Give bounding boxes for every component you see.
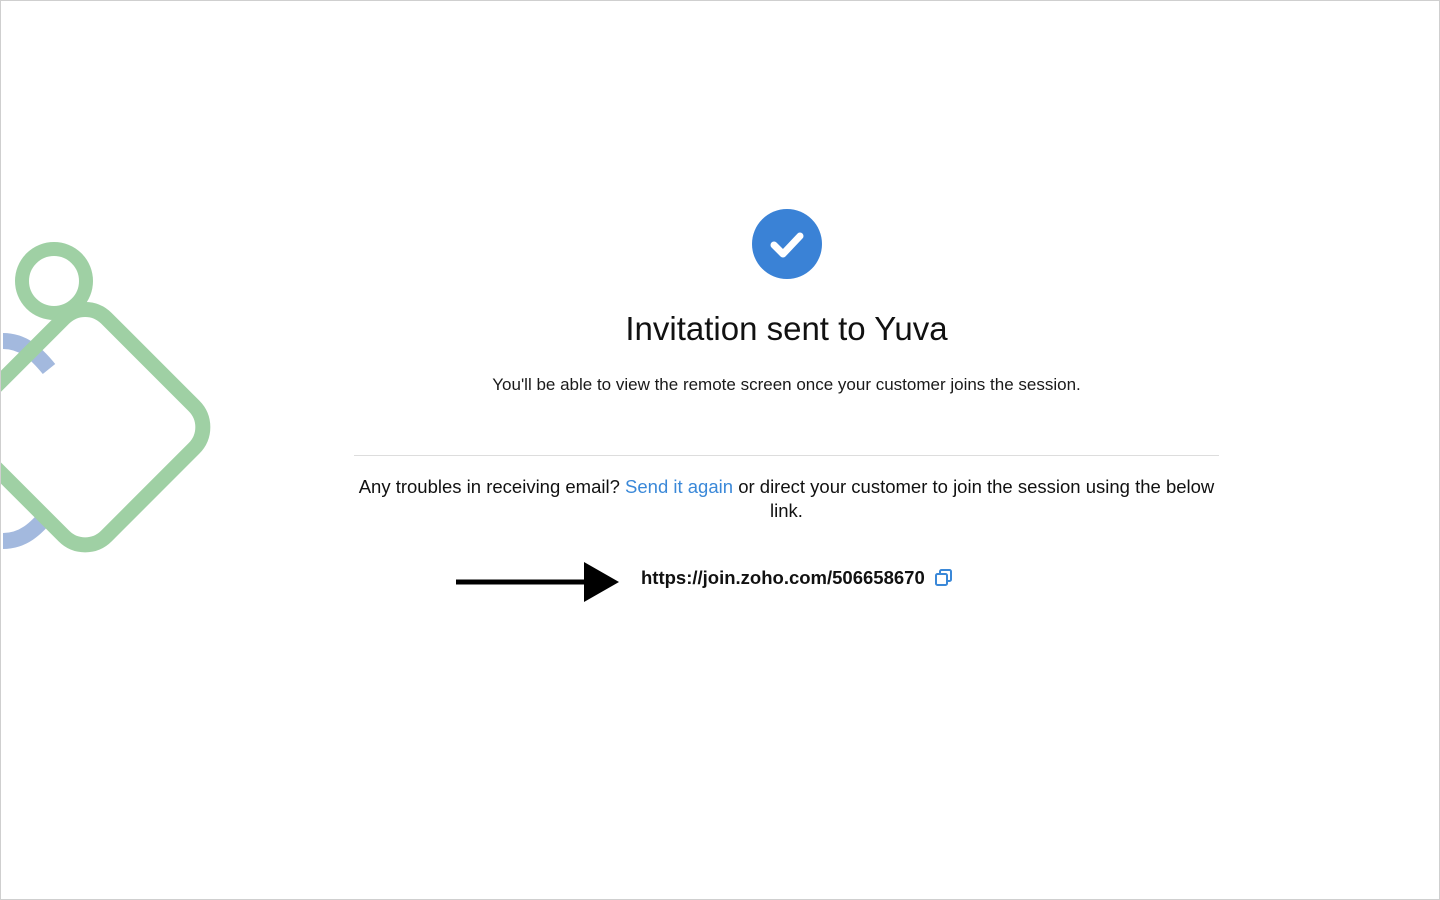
decorative-shapes (1, 242, 211, 553)
check-circle-icon (752, 209, 822, 279)
page-title: Invitation sent to Yuva (354, 309, 1219, 349)
title-text: Invitation sent to Yuva (625, 310, 948, 347)
page-frame: Invitation sent to Yuva You'll be able t… (0, 0, 1440, 900)
arrow-right-icon (456, 562, 619, 602)
send-again-link[interactable]: Send it again (625, 476, 733, 497)
help-prefix: Any troubles in receiving email? (358, 476, 620, 497)
help-text: Any troubles in receiving email? Send it… (354, 475, 1219, 523)
help-suffix: or direct your customer to join the sess… (738, 476, 1215, 521)
copy-icon[interactable] (934, 568, 954, 588)
divider (354, 455, 1219, 456)
session-url[interactable]: https://join.zoho.com/506658670 (641, 564, 925, 592)
session-link-row: https://join.zoho.com/506658670 (641, 564, 954, 592)
decor-green-diamond (1, 301, 211, 553)
subtitle-text: You'll be able to view the remote screen… (492, 375, 1081, 394)
